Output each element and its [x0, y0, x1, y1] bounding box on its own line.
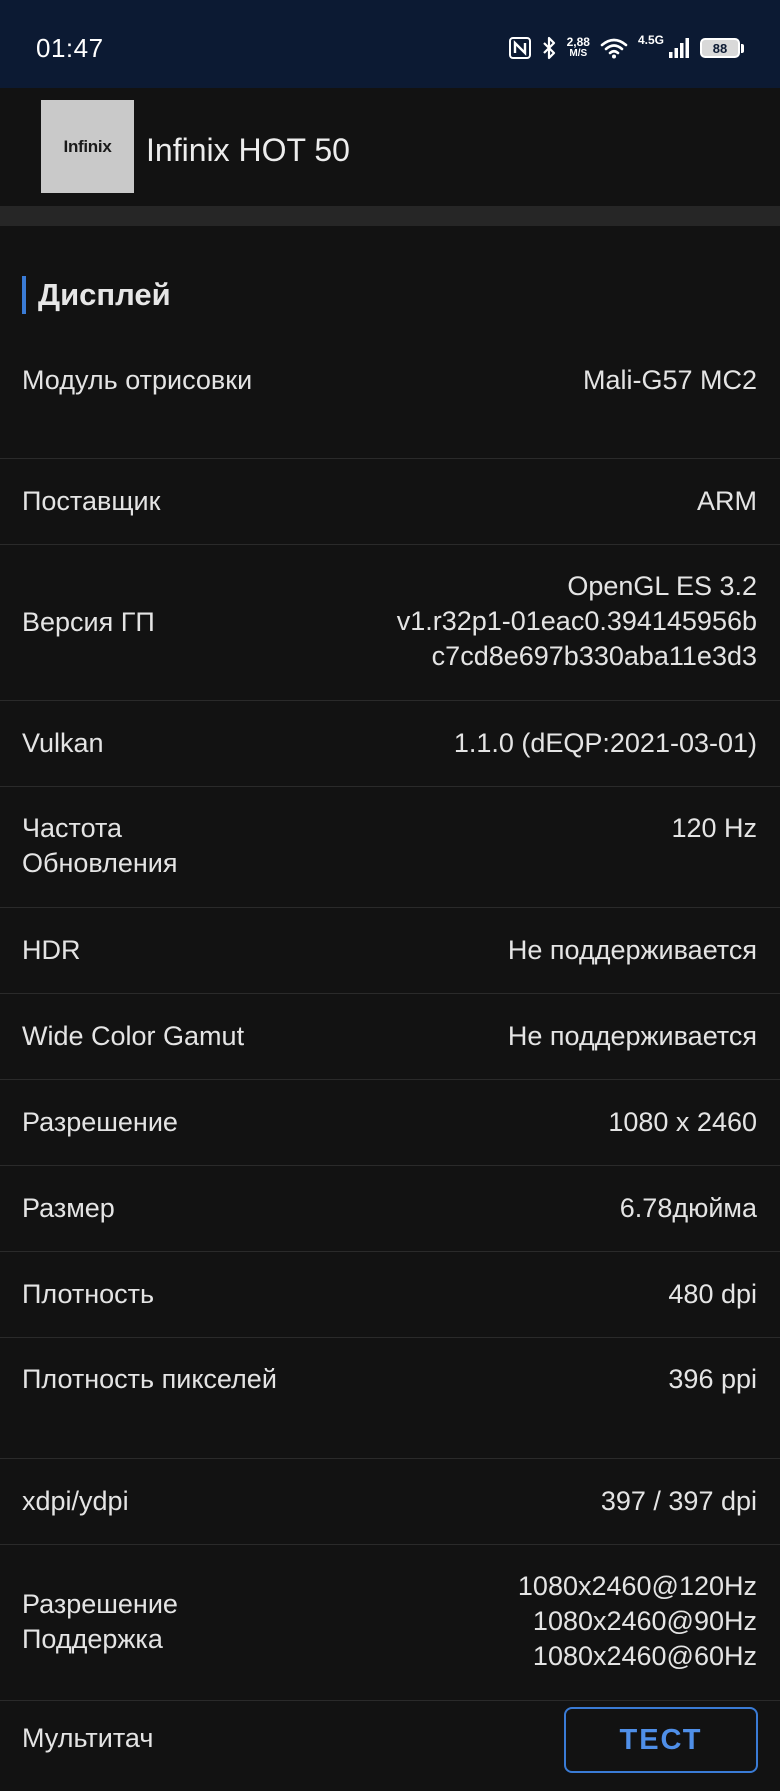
row-label: Плотность пикселей — [22, 1364, 277, 1394]
row-value: 396 ppi — [668, 1364, 757, 1394]
row-label: xdpi/ydpi — [22, 1486, 129, 1516]
row-label: Плотность — [22, 1279, 155, 1309]
row-value: 1.1.0 (dEQP:2021-03-01) — [453, 728, 757, 758]
row-value: 6.78дюйма — [619, 1193, 757, 1223]
bluetooth-icon — [541, 36, 557, 60]
row-value: Не поддерживается — [507, 1021, 757, 1051]
signal-icon — [668, 36, 690, 60]
row-value: Не поддерживается — [507, 935, 757, 965]
row-label: Версия ГП — [22, 607, 155, 637]
row-value: 120 Hz — [671, 813, 757, 843]
row-density: Плотность 480 dpi — [0, 1252, 780, 1338]
device-logo-text: Infinix — [63, 136, 112, 156]
network-speed-value: 2,88 — [566, 35, 590, 49]
row-label: Wide Color Gamut — [22, 1021, 245, 1051]
multitouch-test-button[interactable]: ТЕСТ — [564, 1707, 758, 1773]
row-value: 1080 x 2460 — [608, 1107, 757, 1137]
device-logo: Infinix — [41, 100, 134, 193]
nfc-icon — [508, 37, 531, 59]
wifi-icon — [600, 37, 628, 59]
section-accent-bar — [22, 276, 26, 314]
network-speed: 2,88 M/S — [567, 36, 590, 60]
network-speed-unit: M/S — [569, 48, 588, 59]
row-wide-color-gamut: Wide Color Gamut Не поддерживается — [0, 994, 780, 1080]
device-header: Infinix Infinix HOT 50 — [0, 88, 780, 206]
row-multitouch: Мультитач ТЕСТ — [0, 1701, 780, 1791]
network-type: 4.5G — [637, 33, 664, 47]
battery-icon: 88 — [700, 38, 744, 58]
battery-level: 88 — [700, 38, 740, 58]
row-label: Разрешение — [22, 1107, 178, 1137]
row-value: 1080x2460@120Hz 1080x2460@90Hz 1080x2460… — [517, 1571, 757, 1671]
section-title: Дисплей — [38, 277, 171, 312]
row-label: Модуль отрисовки — [22, 365, 253, 395]
display-info-list: Модуль отрисовки Mali-G57 MC2 Поставщик … — [0, 346, 780, 1791]
row-label: Частота Обновления — [22, 813, 178, 878]
row-label: Поставщик — [22, 486, 161, 516]
row-hdr: HDR Не поддерживается — [0, 908, 780, 994]
row-supported-resolutions: Разрешение Поддержка 1080x2460@120Hz 108… — [0, 1545, 780, 1701]
row-xdpi-ydpi: xdpi/ydpi 397 / 397 dpi — [0, 1459, 780, 1545]
row-value: 397 / 397 dpi — [600, 1486, 757, 1516]
row-render-module: Модуль отрисовки Mali-G57 MC2 — [0, 346, 780, 459]
row-value: Mali-G57 MC2 — [582, 365, 757, 395]
row-vulkan: Vulkan 1.1.0 (dEQP:2021-03-01) — [0, 701, 780, 787]
status-icons: 2,88 M/S 4.5G 88 — [508, 30, 744, 66]
status-bar: 01:47 2,88 M/S 4.5G 88 — [0, 0, 780, 88]
row-size: Размер 6.78дюйма — [0, 1166, 780, 1252]
header-divider — [0, 206, 780, 226]
row-value: OpenGL ES 3.2 v1.r32p1-01eac0.394145956b… — [396, 571, 757, 671]
row-resolution: Разрешение 1080 x 2460 — [0, 1080, 780, 1166]
row-label: HDR — [22, 935, 81, 965]
row-gpu-version: Версия ГП OpenGL ES 3.2 v1.r32p1-01eac0.… — [0, 545, 780, 701]
row-label: Размер — [22, 1193, 115, 1223]
row-label: Vulkan — [22, 728, 104, 758]
row-label: Разрешение Поддержка — [22, 1589, 178, 1654]
row-value: 480 dpi — [668, 1279, 757, 1309]
row-pixel-density: Плотность пикселей 396 ppi — [0, 1338, 780, 1459]
device-name: Infinix HOT 50 — [146, 132, 350, 168]
row-value: ARM — [697, 486, 757, 516]
row-vendor: Поставщик ARM — [0, 459, 780, 545]
row-label: Мультитач — [22, 1723, 154, 1753]
row-refresh-rate: Частота Обновления 120 Hz — [0, 787, 780, 908]
section-header: Дисплей — [22, 276, 171, 314]
status-time: 01:47 — [36, 33, 104, 63]
